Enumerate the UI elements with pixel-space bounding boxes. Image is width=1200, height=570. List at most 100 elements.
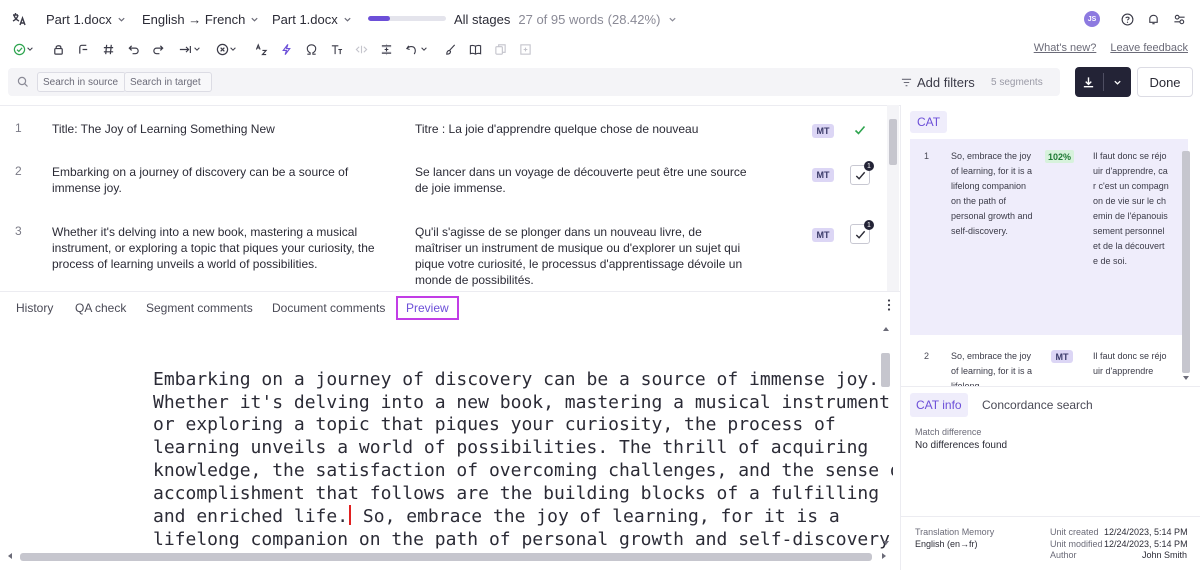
preview-line: knowledge, the satisfaction of overcomin… <box>153 459 893 481</box>
more-options-icon[interactable] <box>884 298 894 312</box>
tab-preview[interactable]: Preview <box>396 296 459 320</box>
download-icon[interactable] <box>1075 67 1103 97</box>
lock-icon[interactable] <box>50 41 66 57</box>
book-icon[interactable] <box>467 41 483 57</box>
scroll-down-arrow-icon[interactable] <box>1183 376 1189 380</box>
download-menu-chevron-icon[interactable] <box>1104 67 1132 97</box>
toolbar-links: What's new? Leave feedback <box>1034 42 1188 54</box>
scroll-right-arrow-icon[interactable] <box>882 553 886 559</box>
copy-source-icon[interactable] <box>75 41 91 57</box>
tab-qa-check[interactable]: QA check <box>75 292 126 324</box>
match-percent-badge: 102% <box>1045 150 1075 163</box>
stages-selector[interactable]: All stages 27 of 95 words (28.42%) <box>454 0 677 38</box>
bottom-panel-tabs: History QA check Segment comments Docume… <box>0 291 900 323</box>
confirmed-check-icon[interactable] <box>850 120 870 140</box>
segment-target[interactable]: Titre : La joie d'apprendre quelque chos… <box>415 121 750 137</box>
cat-panel: CAT 1 So, embrace the joy of learning, f… <box>900 105 1200 570</box>
tm-label: Translation Memory <box>915 527 995 537</box>
tab-cat-info[interactable]: CAT info <box>910 393 968 417</box>
cat-match-target: Il faut donc se réjouir d'apprendre, car… <box>1093 151 1169 266</box>
leave-feedback-link[interactable]: Leave feedback <box>1110 42 1188 54</box>
preview-horizontal-scrollbar[interactable] <box>6 550 893 563</box>
preview-vertical-scrollbar[interactable] <box>879 323 893 550</box>
chevron-down-icon[interactable] <box>228 41 238 57</box>
active-segment-marker <box>349 505 352 526</box>
segment-list: 1 Title: The Joy of Learning Something N… <box>0 105 900 291</box>
help-icon[interactable] <box>1121 13 1134 26</box>
preview-line: learning unveils a world of possibilitie… <box>153 437 869 459</box>
document-preview: Embarking on a journey of discovery can … <box>0 323 893 550</box>
project-name: Part 1.docx <box>46 11 112 27</box>
cat-match-row[interactable]: 2 So, embrace the joy of learning, for i… <box>910 335 1188 387</box>
filter-bar: Search in source Search in target Add fi… <box>8 68 1060 96</box>
segment-count: 5 segments <box>991 76 1043 88</box>
segment-number: 3 <box>15 224 22 238</box>
scroll-left-arrow-icon[interactable] <box>8 553 12 559</box>
tm-value: English (en→fr) <box>915 539 978 549</box>
segment-list-scrollbar[interactable] <box>887 105 899 291</box>
text-format-icon[interactable] <box>328 41 344 57</box>
scroll-up-arrow-icon[interactable] <box>883 327 889 331</box>
search-target-input[interactable]: Search in target <box>124 72 212 92</box>
project-selector[interactable]: Part 1.docx <box>46 0 126 38</box>
stages-label: All stages <box>454 11 511 27</box>
app-logo-icon[interactable] <box>11 11 27 27</box>
revert-icon[interactable] <box>403 41 419 57</box>
segment-target[interactable]: Qu'il s'agisse de se plonger dans un nou… <box>415 224 750 288</box>
cat-match-row[interactable]: 1 So, embrace the joy of learning, for i… <box>910 139 1188 335</box>
file-selector[interactable]: Part 1.docx <box>272 0 352 38</box>
done-button[interactable]: Done <box>1137 67 1193 97</box>
author-value: John Smith <box>1142 550 1188 560</box>
top-right-actions: JS <box>1084 0 1186 38</box>
join-segments-icon[interactable] <box>378 41 394 57</box>
unit-modified-value: 12/24/2023, 5:14 PM <box>1104 539 1188 549</box>
tab-segment-comments[interactable]: Segment comments <box>146 292 253 324</box>
match-difference-label: Match difference <box>915 427 982 437</box>
avatar[interactable]: JS <box>1084 11 1100 27</box>
whats-new-link[interactable]: What's new? <box>1034 42 1097 54</box>
comment-count-badge: 1 <box>864 220 874 230</box>
brush-icon[interactable] <box>442 41 458 57</box>
segment-target[interactable]: Se lancer dans un voyage de découverte p… <box>415 164 750 196</box>
language-pair-selector[interactable]: English → French <box>142 0 259 38</box>
cat-match-list: 1 So, embrace the joy of learning, for i… <box>901 139 1191 387</box>
confirm-check-icon[interactable]: 1 <box>850 220 874 244</box>
scroll-down-arrow-icon[interactable] <box>883 541 889 545</box>
download-button[interactable] <box>1075 67 1131 97</box>
chevron-down-icon[interactable] <box>419 41 429 57</box>
tab-cat[interactable]: CAT <box>910 111 947 133</box>
chevron-down-icon[interactable] <box>25 41 35 57</box>
preview-line: or exploring a topic that piques your cu… <box>153 414 836 436</box>
add-filters-button[interactable]: Add filters <box>901 68 975 96</box>
confirm-check-icon[interactable]: 1 <box>850 161 874 185</box>
settings-icon[interactable] <box>1173 13 1186 26</box>
preview-line: lifelong companion on the path of person… <box>153 528 893 550</box>
tab-history[interactable]: History <box>16 292 53 324</box>
word-count: 27 of 95 words <box>518 11 604 27</box>
cat-list-scrollbar[interactable] <box>1180 139 1192 385</box>
preview-line: accomplishment that follows are the buil… <box>153 482 880 504</box>
add-filters-label: Add filters <box>917 74 975 90</box>
bell-icon[interactable] <box>1147 13 1160 26</box>
change-case-icon[interactable] <box>253 41 269 57</box>
author-label: Author <box>1050 550 1077 560</box>
chevron-down-icon <box>344 17 351 22</box>
preview-line: and enriched life. <box>153 506 349 528</box>
chevron-down-icon[interactable] <box>192 41 202 57</box>
preview-line: Whether it's delving into a new book, ma… <box>153 391 893 413</box>
search-icon <box>17 76 28 87</box>
word-percent: (28.42%) <box>607 11 661 27</box>
special-characters-icon[interactable] <box>303 41 319 57</box>
search-source-input[interactable]: Search in source <box>37 72 126 92</box>
undo-icon[interactable] <box>125 41 141 57</box>
redo-icon[interactable] <box>150 41 166 57</box>
mt-badge: MT <box>812 124 834 138</box>
hash-icon[interactable] <box>100 41 116 57</box>
tab-document-comments[interactable]: Document comments <box>272 292 385 324</box>
tab-concordance-search[interactable]: Concordance search <box>982 393 1093 417</box>
cat-info-tabs: CAT info Concordance search <box>900 386 1200 420</box>
unit-modified-label: Unit modified <box>1050 539 1103 549</box>
tm-metadata: Translation Memory English (en→fr) Unit … <box>900 516 1200 570</box>
lightning-icon[interactable] <box>278 41 294 57</box>
preview-line: So, embrace the joy of learning, for it … <box>352 506 840 528</box>
